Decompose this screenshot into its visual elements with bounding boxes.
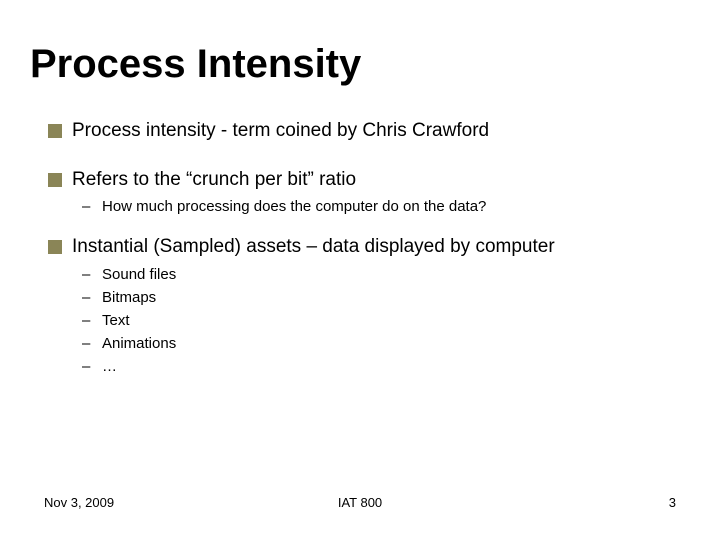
sub-text: How much processing does the computer do… [102,196,486,217]
slide-footer: Nov 3, 2009 IAT 800 3 [0,495,720,510]
slide-title: Process Intensity [0,0,720,87]
dash-icon: – [82,310,102,331]
sub-item: – How much processing does the computer … [82,196,680,217]
sub-item: – Text [82,310,680,331]
bullet-icon [48,124,62,138]
footer-page-number: 3 [669,495,676,510]
dash-icon: – [82,356,102,377]
sub-list: – How much processing does the computer … [48,196,680,217]
sub-item: – … [82,356,680,377]
dash-icon: – [82,264,102,285]
footer-center: IAT 800 [338,495,382,510]
bullet-text: Instantial (Sampled) assets – data displ… [72,235,555,260]
bullet-text: Process intensity - term coined by Chris… [72,119,489,144]
dash-icon: – [82,333,102,354]
bullet-icon [48,240,62,254]
bullet-item: Instantial (Sampled) assets – data displ… [48,235,680,260]
bullet-text: Refers to the “crunch per bit” ratio [72,168,356,193]
sub-text: Bitmaps [102,287,156,308]
sub-item: – Bitmaps [82,287,680,308]
sub-text: Animations [102,333,176,354]
sub-item: – Animations [82,333,680,354]
sub-text: Text [102,310,130,331]
sub-item: – Sound files [82,264,680,285]
sub-text: Sound files [102,264,176,285]
sub-text: … [102,356,117,377]
bullet-item: Process intensity - term coined by Chris… [48,119,680,144]
dash-icon: – [82,287,102,308]
footer-date: Nov 3, 2009 [44,495,114,510]
bullet-item: Refers to the “crunch per bit” ratio [48,168,680,193]
slide-content: Process intensity - term coined by Chris… [0,87,720,377]
dash-icon: – [82,196,102,217]
bullet-icon [48,173,62,187]
sub-list: – Sound files – Bitmaps – Text – Animati… [48,264,680,377]
